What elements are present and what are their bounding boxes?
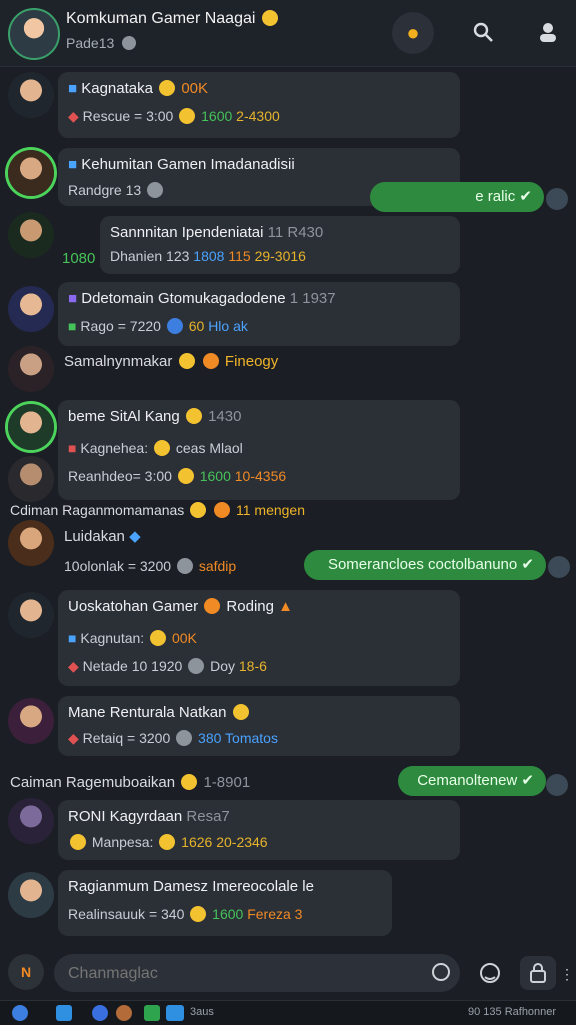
emoji-icon (70, 834, 86, 850)
smile-emoji-icon (261, 10, 278, 26)
message-line: RONI Kagyrdaan Resa7 (68, 808, 230, 825)
composer-bar: N ⋮ (0, 946, 576, 1000)
message-bubble[interactable]: beme SitAl Kang 1430 ■ Kagnehea: ceas Ml… (58, 400, 460, 500)
user-avatar[interactable] (8, 698, 54, 744)
message-line: ■ Rago = 7220 60 Hlo ak (68, 318, 248, 334)
message-line: ◆ Rescue = 3:00 1600 2-4300 (68, 108, 280, 124)
chat-header: Komkuman Gamer Naagai Pade13 ● (0, 0, 576, 67)
app-icon[interactable] (116, 1005, 132, 1021)
user-avatar[interactable] (8, 286, 54, 332)
emoji-icon (185, 408, 202, 424)
message-line: Uoskatohan Gamer Roding ▲ (68, 598, 293, 615)
smile-emoji-icon (179, 108, 196, 124)
user-avatar[interactable] (8, 456, 54, 502)
message-line: Mane Renturala Natkan (68, 704, 251, 721)
attach-button[interactable]: N (8, 954, 44, 990)
read-receipt-avatar (548, 556, 570, 578)
message-line: 10olonlak = 3200 safdip (64, 558, 237, 574)
message-line: Sannnitan Ipendeniatai 11 R430 (110, 224, 324, 241)
emoji-icon (232, 704, 249, 720)
mail-icon[interactable] (56, 1005, 72, 1021)
emoji-icon (147, 182, 164, 198)
read-receipt-avatar (546, 774, 568, 796)
message-input[interactable] (66, 954, 430, 994)
taskbar-clock: 90 135 Rafhonner (468, 1006, 557, 1018)
message-line: ■ Kagnutan: 00K (68, 630, 197, 646)
smile-emoji-icon (178, 353, 195, 369)
message-bubble[interactable]: ■ Ddetomain Gtomukagadodene 1 1937 ■ Rag… (58, 282, 460, 346)
message-line: Randgre 13 (68, 182, 165, 198)
browser-icon[interactable] (12, 1005, 28, 1021)
user-avatar[interactable] (8, 150, 54, 196)
message-line: ◆ Netade 10 1920 Doy 18-6 (68, 658, 267, 674)
clock-icon[interactable] (432, 963, 450, 981)
sticker-icon[interactable] (472, 956, 508, 990)
group-avatar[interactable] (8, 8, 60, 60)
emoji-icon (166, 318, 183, 334)
search-icon[interactable] (465, 14, 501, 50)
spreadsheet-icon[interactable] (144, 1005, 160, 1021)
user-avatar[interactable] (8, 404, 54, 450)
message-line: ■ Kagnehea: ceas Mlaol (68, 440, 243, 456)
message-line: Samalnynmakar Fineogy (64, 353, 279, 370)
emoji-icon (188, 658, 205, 674)
chat-title: Komkuman Gamer Naagai (66, 10, 280, 28)
message-line: Ragianmum Damesz Imereocolale le (68, 878, 314, 895)
user-avatar[interactable] (8, 872, 54, 918)
message-line: Realinsauuk = 340 1600 Fereza 3 (68, 906, 303, 922)
smile-emoji-icon (177, 468, 194, 484)
message-line: Dhanien 123 1808 115 29-3016 (110, 248, 306, 264)
message-line: Cdiman Raganmomamanas 11 mengen (10, 502, 305, 518)
user-avatar[interactable] (8, 346, 54, 392)
outgoing-message[interactable]: Cemanoltenew ✔ (398, 766, 546, 796)
message-bubble[interactable]: RONI Kagyrdaan Resa7 Manpesa: 1626 20-23… (58, 800, 460, 860)
message-line: ■ Ddetomain Gtomukagadodene 1 1937 (68, 290, 336, 307)
chat-subtitle: Pade13 (66, 35, 137, 51)
outgoing-message[interactable]: e ralic ✔ (370, 182, 544, 212)
emoji-icon (190, 906, 207, 922)
emoji-icon (153, 440, 170, 456)
emoji-icon (159, 834, 176, 850)
read-receipt-avatar (546, 188, 568, 210)
message-line: beme SitAl Kang 1430 (68, 408, 242, 425)
app-icon[interactable] (92, 1005, 108, 1021)
user-avatar[interactable] (8, 72, 54, 118)
emoji-icon (214, 502, 231, 518)
user-avatar[interactable] (8, 520, 54, 566)
emoji-icon (204, 598, 221, 614)
outgoing-message[interactable]: Somerancloes coctolbanuno ✔ (304, 550, 546, 580)
message-bubble[interactable]: Mane Renturala Natkan ◆ Retaiq = 3200 38… (58, 696, 460, 756)
user-avatar[interactable] (8, 212, 54, 258)
emoji-icon (190, 502, 207, 518)
message-line: Manpesa: 1626 20-2346 (68, 834, 268, 850)
message-line: ■ Kagnataka 00K (68, 80, 209, 97)
message-line: ■ Kehumitan Gamen Imadanadisii (68, 156, 295, 173)
taskbar: 3aus 90 135 Rafhonner (0, 1000, 576, 1025)
app-icon[interactable] (166, 1005, 184, 1021)
message-line: Caiman Ragemuboaikan 1-8901 (10, 774, 251, 791)
message-line: Luidakan ◆ (64, 528, 141, 545)
user-avatar[interactable] (8, 592, 54, 638)
lock-icon[interactable] (520, 956, 556, 990)
emoji-icon (150, 630, 167, 646)
profile-icon[interactable] (530, 14, 566, 50)
emoji-icon (181, 774, 198, 790)
message-line: Reanhdeo= 3:00 1600 10-4356 (68, 468, 287, 484)
emoji-icon (202, 353, 219, 369)
message-bubble[interactable]: Uoskatohan Gamer Roding ▲ ■ Kagnutan: 00… (58, 590, 460, 686)
taskbar-label: 3aus (190, 1006, 214, 1018)
gold-badge-icon[interactable]: ● (392, 12, 434, 54)
message-input-wrapper[interactable] (54, 954, 460, 994)
message-line: ◆ Retaiq = 3200 380 Tomatos (68, 730, 278, 746)
user-avatar[interactable] (8, 798, 54, 844)
message-prefix: 1080 (62, 250, 96, 267)
message-bubble[interactable]: ■ Kagnataka 00K ◆ Rescue = 3:00 1600 2-4… (58, 72, 460, 138)
message-bubble[interactable]: Ragianmum Damesz Imereocolale le Realins… (58, 870, 392, 936)
emoji-icon (176, 558, 193, 574)
message-bubble[interactable]: Sannnitan Ipendeniatai 11 R430 Dhanien 1… (100, 216, 460, 274)
emoji-icon (176, 730, 193, 746)
more-icon[interactable]: ⋮ (560, 966, 574, 983)
smile-emoji-icon (159, 80, 176, 96)
